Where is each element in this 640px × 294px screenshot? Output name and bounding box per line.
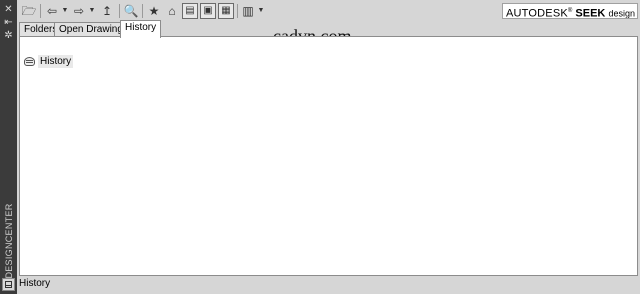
tree-item-label: History [38, 54, 74, 68]
close-icon[interactable]: ✕ [2, 3, 15, 16]
brand-design-content: design content [608, 8, 637, 19]
history-content-area: History [19, 36, 638, 276]
tree-item-history[interactable]: History [23, 54, 74, 68]
autodesk-seek-link[interactable]: AUTODESK® SEEK design content [502, 3, 638, 19]
status-bar: History [19, 278, 51, 289]
back-icon[interactable]: ⇦ [44, 3, 60, 19]
designcenter-side-strip: ✕ ⇤ ✲ DESIGNCENTER [0, 0, 17, 294]
toolbar-separator [142, 4, 143, 18]
designcenter-panel: 🗁 ⇦ ▼ ⇨ ▼ ↥ 🔍 ★ ⌂ ▤ ▣ ▦ ▥ ▼ AUTODESK® SE… [17, 0, 640, 294]
forward-dropdown-icon[interactable]: ▼ [88, 3, 96, 19]
favorites-icon[interactable]: ★ [146, 3, 162, 19]
description-icon[interactable]: ▦ [218, 3, 234, 19]
toolbar-separator [237, 4, 238, 18]
tree-view-toggle-icon[interactable]: ▤ [182, 3, 198, 19]
brand-seek: SEEK [575, 7, 606, 19]
brand-registered: ® [567, 8, 573, 14]
toolbar: 🗁 ⇦ ▼ ⇨ ▼ ↥ 🔍 ★ ⌂ ▤ ▣ ▦ ▥ ▼ AUTODESK® SE… [17, 0, 640, 22]
palette-title: DESIGNCENTER [3, 203, 14, 279]
preview-icon[interactable]: ▣ [200, 3, 216, 19]
autohide-icon[interactable]: ⇤ [2, 16, 15, 29]
toolbar-separator [119, 4, 120, 18]
properties-icon[interactable]: ✲ [2, 29, 15, 42]
dc-window-icon[interactable] [2, 278, 15, 291]
toolbar-separator [40, 4, 41, 18]
brand-autodesk: AUTODESK [506, 7, 568, 19]
history-icon [23, 56, 36, 67]
load-icon[interactable]: 🗁 [21, 3, 37, 19]
up-icon[interactable]: ↥ [99, 3, 115, 19]
back-dropdown-icon[interactable]: ▼ [61, 3, 69, 19]
forward-icon[interactable]: ⇨ [71, 3, 87, 19]
tab-history[interactable]: History [120, 20, 162, 38]
views-dropdown-icon[interactable]: ▼ [257, 3, 265, 19]
search-icon[interactable]: 🔍 [123, 3, 139, 19]
home-icon[interactable]: ⌂ [164, 3, 180, 19]
views-icon[interactable]: ▥ [240, 3, 256, 19]
